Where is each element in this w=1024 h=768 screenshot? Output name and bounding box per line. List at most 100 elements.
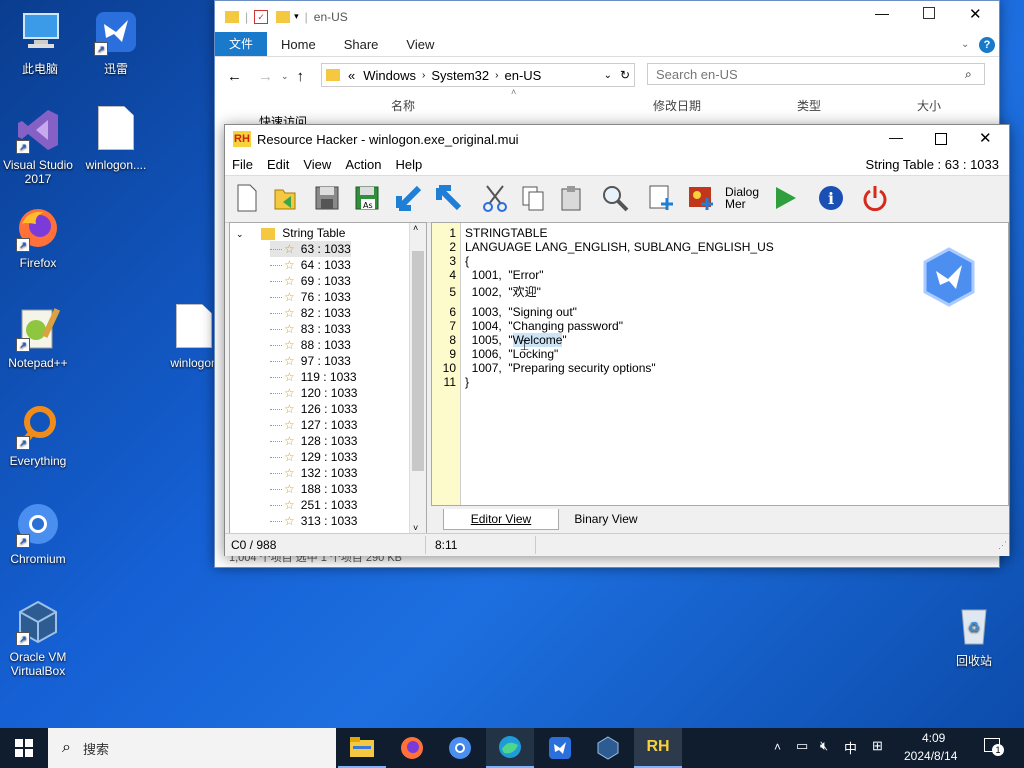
code-line[interactable]: 1006, "Locking" [465,347,559,361]
add-image-icon[interactable] [685,182,717,214]
forward-arrow-icon[interactable] [433,182,465,214]
desktop-icon-recycle-bin[interactable]: ♻ 回收站 [936,600,1012,669]
tab-editor-view[interactable]: Editor View [443,509,559,530]
new-file-button[interactable] [231,182,263,214]
tree-item[interactable]: ☆ 76 : 1033 [270,289,351,305]
taskbar-thunder[interactable] [536,728,584,768]
menu-file[interactable]: File [225,157,260,172]
close-button[interactable]: ✕ [979,129,992,147]
desktop-icon-virtualbox[interactable]: ↗ Oracle VM VirtualBox [0,598,76,678]
desktop-icon-winlogon-file[interactable]: winlogon.... [78,106,154,172]
taskbar-firefox[interactable] [388,728,436,768]
scrollbar-thumb[interactable] [412,251,424,471]
tree-item[interactable]: ☆ 69 : 1033 [270,273,351,289]
code-line[interactable]: 1002, "欢迎" [465,285,541,299]
tree-scrollbar[interactable]: ˄ ˅ [409,223,426,533]
address-bar[interactable]: « Windows › System32 › en-US ⌄ ↻ [321,63,635,87]
show-hidden-icons-icon[interactable]: ˄ [774,740,781,754]
scroll-down-icon[interactable]: ˅ [413,523,418,533]
column-header-type[interactable]: 类型 [797,97,821,114]
breadcrumb-system32[interactable]: System32 [431,68,489,83]
tree-item[interactable]: ☆ 126 : 1033 [270,401,357,417]
power-exit-icon[interactable] [859,182,891,214]
close-button[interactable]: ✕ [969,5,982,23]
maximize-button[interactable] [935,133,947,145]
code-line[interactable]: 1004, "Changing password" [465,319,623,333]
ribbon-tab-home[interactable]: Home [267,37,330,52]
ribbon-expand-icon[interactable]: ⌄ [961,39,969,50]
tree-item[interactable]: ☆ 188 : 1033 [270,481,357,497]
copy-icon[interactable] [517,182,549,214]
save-button[interactable] [311,182,343,214]
find-icon[interactable] [599,182,631,214]
code-line[interactable]: } [465,375,469,389]
tree-item[interactable]: ☆ 127 : 1033 [270,417,357,433]
taskbar-resource-hacker[interactable]: RH [634,728,682,768]
paste-icon[interactable] [555,182,587,214]
menu-help[interactable]: Help [388,157,429,172]
desktop-icon-chromium[interactable]: ↗ Chromium [0,500,76,566]
add-resource-icon[interactable] [645,182,677,214]
tree-item[interactable]: ☆ 83 : 1033 [270,321,351,337]
save-as-button[interactable]: As [351,182,383,214]
desktop-icon-thunder[interactable]: ↗ 迅雷 [78,8,154,77]
menu-view[interactable]: View [296,157,338,172]
tree-item[interactable]: ☆ 88 : 1033 [270,337,351,353]
dialog-merge-button[interactable]: Dialog Mer [725,182,759,214]
code-line[interactable]: 1007, "Preparing security options" [465,361,656,375]
notification-center-button[interactable]: 1 [982,736,1004,758]
code-line[interactable]: 1005, "Welcome" [465,333,567,347]
address-dropdown-icon[interactable]: ⌄ [604,70,612,81]
resize-grip-icon[interactable]: ⋰ [998,540,1007,551]
code-line[interactable]: 1003, "Signing out" [465,305,577,319]
ribbon-tab-view[interactable]: View [392,37,448,52]
info-icon[interactable]: i [815,182,847,214]
refresh-icon[interactable]: ↻ [620,68,630,82]
volume-muted-icon[interactable]: 🔇︎ [820,738,828,754]
tree-item[interactable]: ☆ 97 : 1033 [270,353,351,369]
forward-arrow-icon[interactable]: → [258,68,273,85]
run-script-icon[interactable] [769,182,801,214]
taskbar-file-explorer[interactable] [338,728,386,768]
quick-access-dropdown-icon[interactable]: ▾ [294,11,299,22]
ime-mode-icon[interactable]: ⊞ [872,738,883,754]
taskbar-search-box[interactable]: ⌕ 搜索 [48,728,336,768]
tree-item[interactable]: ☆ 128 : 1033 [270,433,357,449]
open-file-button[interactable] [269,182,301,214]
ribbon-tab-share[interactable]: Share [330,37,393,52]
menu-action[interactable]: Action [338,157,388,172]
breadcrumb-en-us[interactable]: en-US [504,68,541,83]
resource-hacker-window[interactable]: RH Resource Hacker - winlogon.exe_origin… [224,124,1010,556]
column-header-date[interactable]: 修改日期 [653,97,701,114]
tree-item[interactable]: ☆ 63 : 1033 [270,241,351,257]
scroll-up-icon[interactable]: ˄ [413,223,418,233]
start-button[interactable] [0,728,48,768]
breadcrumb-windows[interactable]: Windows [363,68,416,83]
collapse-icon[interactable]: ⌄ [236,229,244,239]
code-line[interactable]: 1001, "Error" [465,268,544,282]
taskbar-virtualbox[interactable] [584,728,632,768]
tree-item[interactable]: ☆ 64 : 1033 [270,257,351,273]
tree-item[interactable]: ☆ 132 : 1033 [270,465,357,481]
back-arrow-icon[interactable] [393,182,425,214]
column-header-name[interactable]: 名称 [391,97,415,114]
help-icon[interactable]: ? [979,37,995,53]
code-line[interactable]: LANGUAGE LANG_ENGLISH, SUBLANG_ENGLISH_U… [465,240,774,254]
tree-item[interactable]: ☆ 120 : 1033 [270,385,357,401]
minimize-button[interactable]: — [875,5,889,21]
clock-time[interactable]: 4:09 [922,731,945,745]
ime-indicator[interactable]: 中 [844,738,857,757]
desktop-icon-firefox[interactable]: ↗ Firefox [0,204,76,270]
clock-date[interactable]: 2024/8/14 [904,749,957,763]
up-arrow-icon[interactable]: ↑ [297,68,305,85]
tree-item[interactable]: ☆ 129 : 1033 [270,449,357,465]
menu-edit[interactable]: Edit [260,157,296,172]
tree-item[interactable]: ☆ 251 : 1033 [270,497,357,513]
tree-item[interactable]: ☆ 119 : 1033 [270,369,357,385]
desktop-icon-everything[interactable]: ↗ Everything [0,402,76,468]
resource-tree[interactable]: ⌄ String Table ☆ 63 : 1033 ☆ 64 : 1033 ☆ 69 :… [229,222,427,534]
code-line[interactable]: { [465,254,469,268]
code-line[interactable]: STRINGTABLE [465,226,547,240]
search-input[interactable]: Search en-US [647,63,985,85]
taskbar-edge[interactable] [486,728,534,768]
